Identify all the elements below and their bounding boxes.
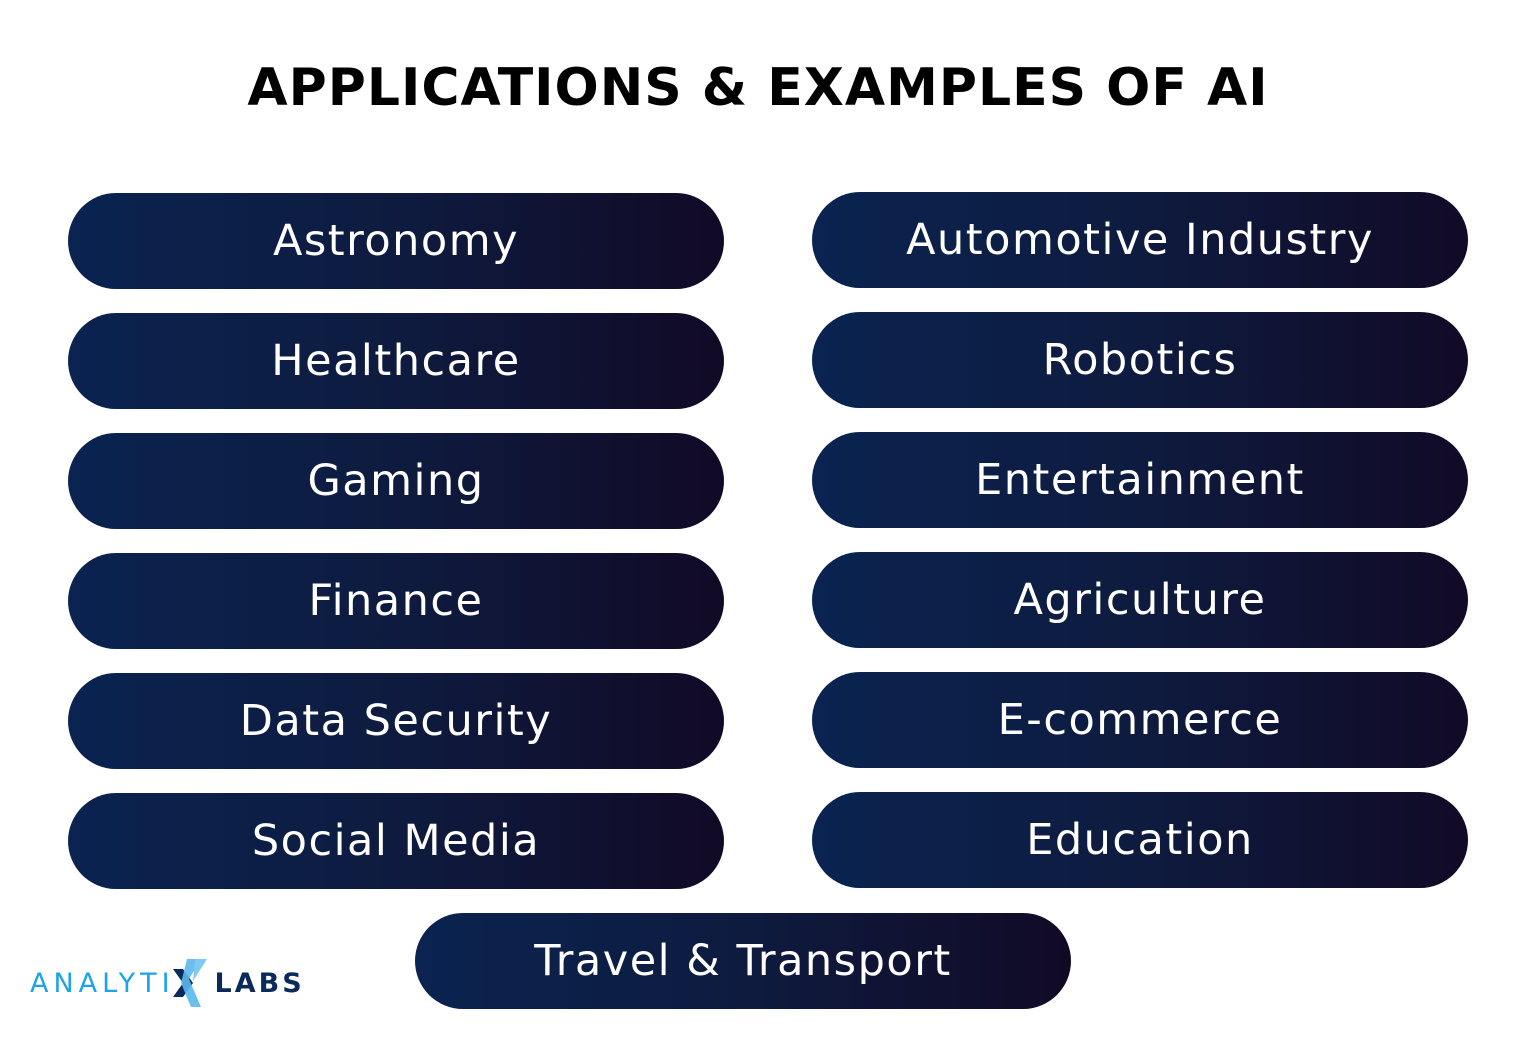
logo-text-analyti: ANALYTI bbox=[30, 967, 175, 999]
pill-robotics: Robotics bbox=[812, 312, 1468, 408]
pill-entertainment: Entertainment bbox=[812, 432, 1468, 528]
pill-agriculture: Agriculture bbox=[812, 552, 1468, 648]
pill-gaming: Gaming bbox=[68, 433, 724, 529]
pill-education: Education bbox=[812, 792, 1468, 888]
logo-text-labs: LABS bbox=[214, 967, 305, 999]
pill-finance: Finance bbox=[68, 553, 724, 649]
pill-travel-transport: Travel & Transport bbox=[415, 913, 1071, 1009]
x-logo-mark-icon bbox=[172, 959, 207, 1007]
pill-e-commerce: E-commerce bbox=[812, 672, 1468, 768]
pill-healthcare: Healthcare bbox=[68, 313, 724, 409]
page-title: APPLICATIONS & EXAMPLES OF AI bbox=[247, 58, 1269, 118]
pill-astronomy: Astronomy bbox=[68, 193, 724, 289]
analytixlabs-logo: ANALYTI LABS bbox=[30, 958, 305, 1008]
pill-data-security: Data Security bbox=[68, 673, 724, 769]
pill-social-media: Social Media bbox=[68, 793, 724, 889]
pill-automotive-industry: Automotive Industry bbox=[812, 192, 1468, 288]
